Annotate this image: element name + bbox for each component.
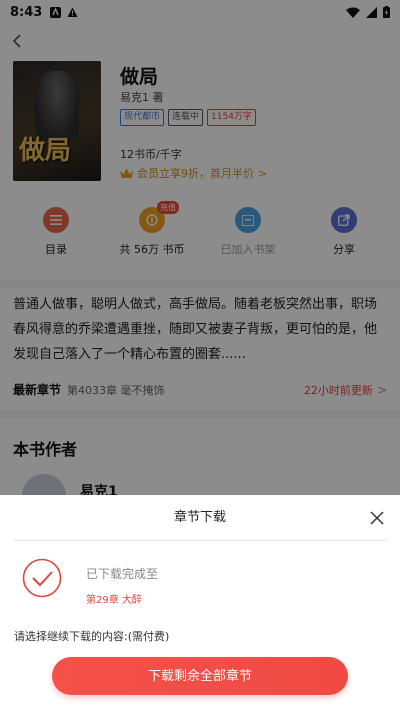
- sheet-title: 章节下载: [173, 510, 226, 525]
- close-icon[interactable]: [370, 511, 384, 525]
- chapter-download-sheet: 章节下载 已下载完成至 第29章 大醉 请选择继续下载的内容:(需付费) 下载剩…: [0, 495, 400, 710]
- download-done-chapter: 第29章 大醉: [86, 595, 142, 606]
- download-prompt: 请选择继续下载的内容:(需付费): [14, 630, 170, 643]
- download-remaining-button[interactable]: 下载剩余全部章节: [52, 657, 348, 695]
- sheet-divider: [14, 540, 388, 541]
- download-done-label: 已下载完成至: [86, 567, 159, 581]
- check-circle-icon: [22, 558, 62, 598]
